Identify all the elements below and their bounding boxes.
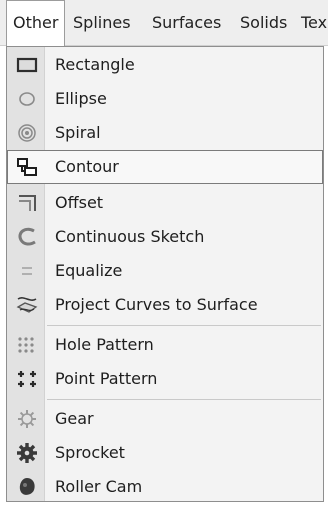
offset-icon bbox=[15, 191, 39, 215]
continuous-sketch-icon bbox=[15, 225, 39, 249]
spiral-icon bbox=[15, 121, 39, 145]
menu-surfaces[interactable]: Surfaces bbox=[152, 0, 221, 46]
hole-pattern-icon bbox=[15, 333, 39, 357]
menu-item-label: Project Curves to Surface bbox=[55, 295, 258, 314]
menu-item-label: Offset bbox=[55, 193, 104, 212]
menu-separator bbox=[47, 325, 321, 326]
sprocket-icon bbox=[15, 441, 39, 465]
menu-separator bbox=[47, 399, 321, 400]
menu-item-label: Sprocket bbox=[55, 443, 125, 462]
menu-item-label: Continuous Sketch bbox=[55, 227, 205, 246]
menu-item-label: Rectangle bbox=[55, 55, 135, 74]
point-pattern-icon bbox=[15, 367, 39, 391]
menu-item-equalize[interactable]: Equalize bbox=[7, 254, 323, 288]
rectangle-icon bbox=[15, 53, 39, 77]
menu-item-label: Contour bbox=[55, 157, 119, 176]
menu-item-roller-cam[interactable]: Roller Cam bbox=[7, 470, 323, 504]
menu-item-ellipse[interactable]: Ellipse bbox=[7, 82, 323, 116]
menu-item-project-curves-to-surface[interactable]: Project Curves to Surface bbox=[7, 288, 323, 322]
menu-item-point-pattern[interactable]: Point Pattern bbox=[7, 362, 323, 396]
project-curves-icon bbox=[15, 293, 39, 317]
menu-item-label: Equalize bbox=[55, 261, 123, 280]
gear-icon bbox=[15, 407, 39, 431]
menu-item-label: Roller Cam bbox=[55, 477, 143, 496]
menu-item-hole-pattern[interactable]: Hole Pattern bbox=[7, 328, 323, 362]
menu-item-label: Point Pattern bbox=[55, 369, 158, 388]
menu-item-spiral[interactable]: Spiral bbox=[7, 116, 323, 150]
equalize-icon bbox=[15, 259, 39, 283]
menu-item-rectangle[interactable]: Rectangle bbox=[7, 48, 323, 82]
contour-icon bbox=[15, 155, 39, 179]
menu-splines[interactable]: Splines bbox=[73, 0, 131, 46]
menu-solids[interactable]: Solids bbox=[240, 0, 287, 46]
roller-cam-icon bbox=[15, 475, 39, 499]
menu-item-label: Spiral bbox=[55, 123, 101, 142]
other-dropdown-menu: Rectangle Ellipse Spiral Contour Offset … bbox=[6, 46, 324, 502]
menubar: Other Splines Surfaces Solids Tex bbox=[0, 0, 328, 47]
menu-other[interactable]: Other bbox=[6, 0, 66, 47]
menu-tex[interactable]: Tex bbox=[301, 0, 327, 46]
menu-item-gear[interactable]: Gear bbox=[7, 402, 323, 436]
menu-item-label: Ellipse bbox=[55, 89, 107, 108]
menu-item-label: Gear bbox=[55, 409, 94, 428]
ellipse-icon bbox=[15, 87, 39, 111]
menu-item-offset[interactable]: Offset bbox=[7, 186, 323, 220]
menu-item-continuous-sketch[interactable]: Continuous Sketch bbox=[7, 220, 323, 254]
menu-item-contour[interactable]: Contour bbox=[7, 150, 323, 184]
menu-item-label: Hole Pattern bbox=[55, 335, 154, 354]
menu-item-sprocket[interactable]: Sprocket bbox=[7, 436, 323, 470]
